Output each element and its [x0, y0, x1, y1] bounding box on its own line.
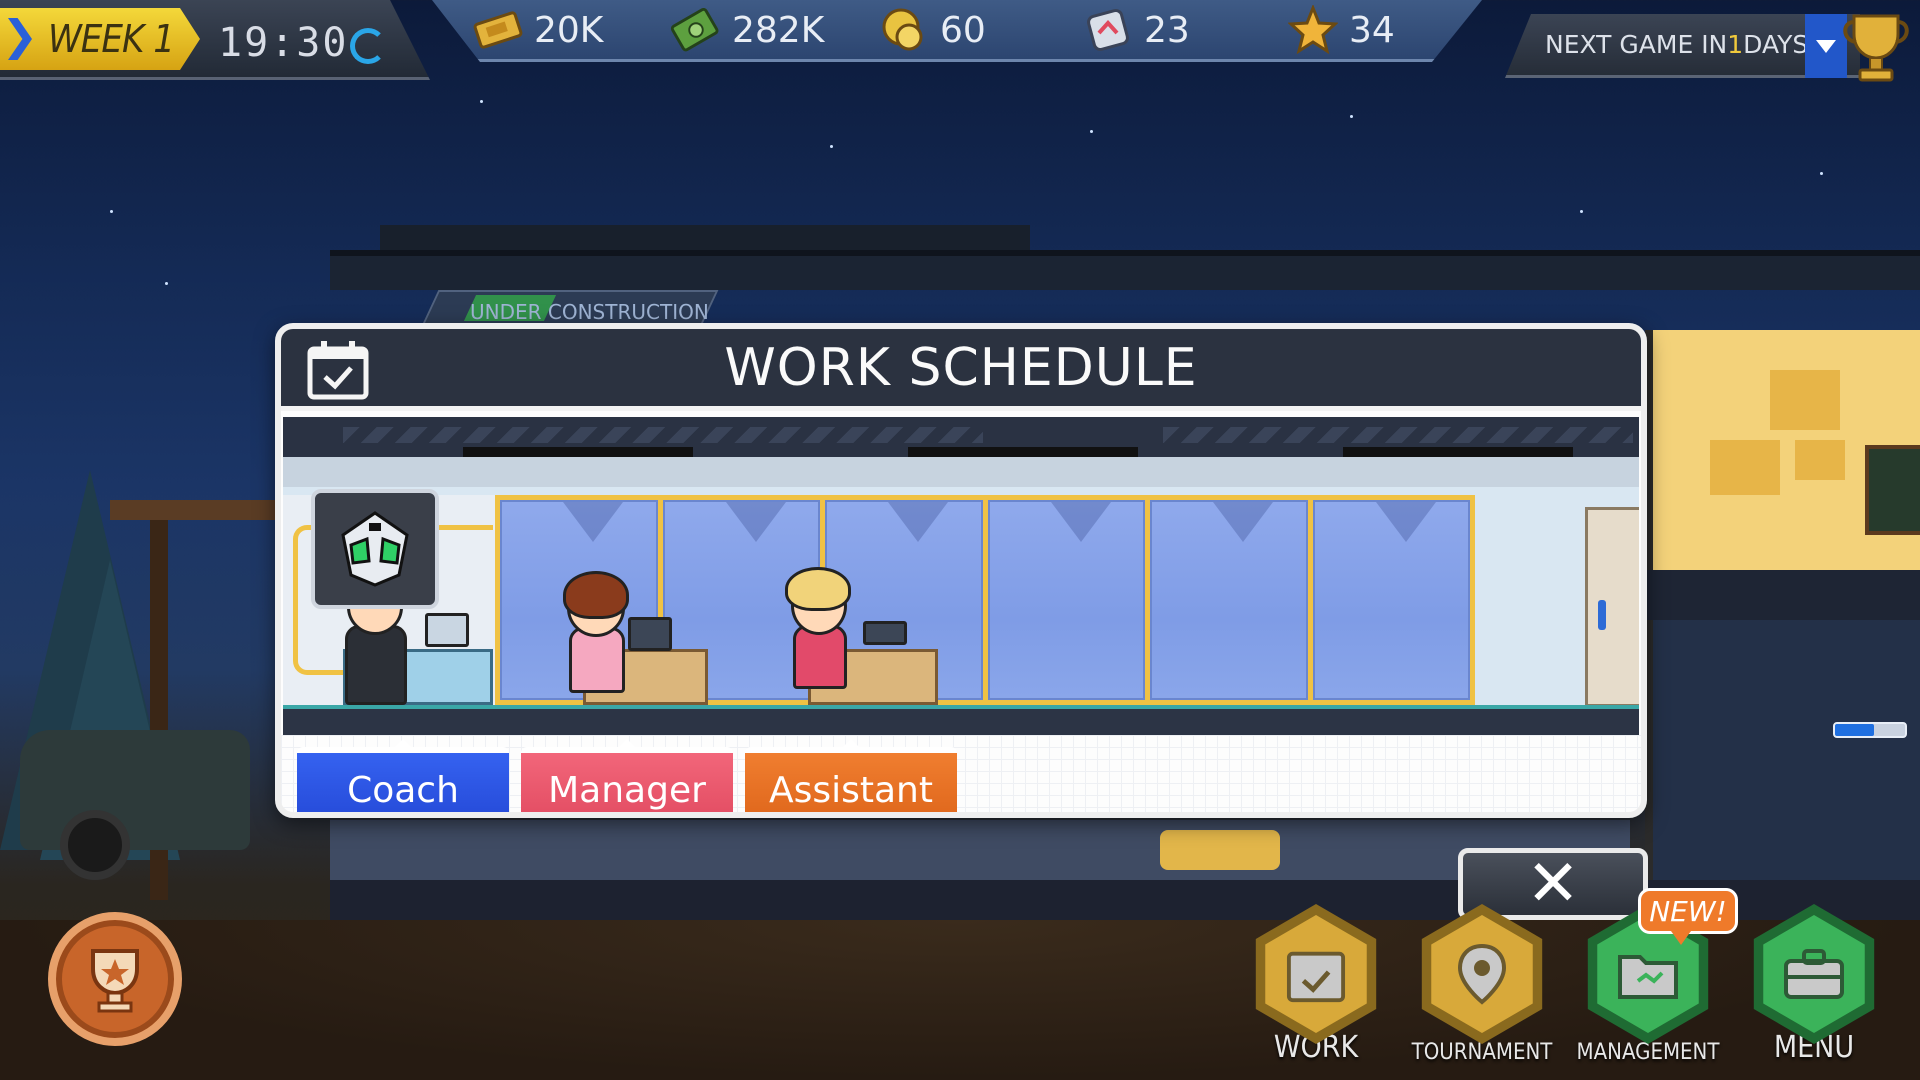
manager-button[interactable]: Manager	[521, 739, 733, 812]
dialog-header: WORK SCHEDULE	[281, 329, 1641, 411]
computer-monitor	[628, 617, 672, 651]
achievements-button[interactable]	[48, 912, 182, 1046]
map-pin-icon	[1431, 915, 1533, 1033]
lounge-room[interactable]	[330, 820, 1630, 880]
calendar-icon	[1265, 915, 1367, 1033]
new-badge: NEW!	[1638, 888, 1738, 945]
role-tabs: Coach Manager Assistant	[297, 739, 957, 812]
coin-icon	[878, 4, 930, 56]
sticky-note	[1770, 370, 1840, 430]
sticky-note	[1710, 440, 1780, 495]
sofa	[1160, 830, 1280, 870]
resource-cash[interactable]: 282K	[670, 4, 824, 56]
game-clock: 19:30	[218, 20, 349, 66]
dialog-title: WORK SCHEDULE	[724, 337, 1198, 398]
office-scene	[283, 417, 1639, 735]
construction-sign-label: UNDER CONSTRUCTION	[470, 300, 709, 324]
trophy-icon[interactable]	[1840, 8, 1912, 84]
resource-tickets[interactable]: 20K	[472, 4, 603, 56]
building-floor-divider	[1645, 570, 1920, 620]
resource-fans[interactable]: 23	[1082, 4, 1190, 56]
computer-monitor	[425, 613, 469, 647]
team-van	[20, 730, 250, 850]
sticky-note	[1795, 440, 1845, 480]
work-progress-bar	[1833, 722, 1907, 738]
fans-icon	[1082, 4, 1134, 56]
chalkboard	[1865, 445, 1920, 535]
ticket-icon	[472, 4, 524, 56]
ceiling-light	[463, 447, 693, 457]
clock-refresh-icon	[350, 28, 386, 64]
resource-coins[interactable]: 60	[878, 4, 986, 56]
wooden-deck	[110, 500, 280, 520]
week-time-panel: WEEK 1 19:30	[0, 0, 430, 80]
office-floor	[283, 705, 1639, 709]
calendar-check-icon	[305, 339, 371, 401]
week-label: WEEK 1	[48, 17, 175, 61]
van-wheel	[60, 810, 130, 880]
next-game-prefix: NEXT GAME IN	[1545, 30, 1728, 59]
lower-office-room[interactable]	[1645, 620, 1920, 880]
chevron-down-icon	[1816, 40, 1836, 53]
work-progress-fill	[1835, 724, 1874, 736]
assistant-button[interactable]: Assistant	[745, 739, 957, 812]
trophy-star-icon	[91, 949, 139, 1013]
coach-button[interactable]: Coach	[297, 739, 509, 812]
nav-menu[interactable]: MENU	[1739, 904, 1889, 1080]
ceiling-light	[908, 447, 1138, 457]
building-roof-back	[380, 225, 1030, 253]
coach-portrait-badge[interactable]	[311, 489, 439, 609]
next-game-days: 1	[1727, 30, 1744, 59]
briefcase-icon	[1763, 915, 1865, 1033]
laptop	[863, 621, 907, 645]
star-icon	[1287, 4, 1339, 56]
robot-mascot-icon	[341, 511, 409, 587]
resource-bar: 20K 282K 60 23 34	[432, 0, 1482, 62]
ceiling-light	[1343, 447, 1573, 457]
next-game-suffix: DAYS	[1743, 30, 1809, 59]
nav-tournament[interactable]: TOURNAMENT	[1407, 904, 1557, 1080]
office-door	[1585, 507, 1639, 707]
work-schedule-dialog: WORK SCHEDULE Coach Manager Assistant	[275, 323, 1647, 818]
building-roof	[330, 250, 1920, 290]
resource-stars[interactable]: 34	[1287, 4, 1395, 56]
nav-work[interactable]: WORK	[1241, 904, 1391, 1080]
cash-icon	[670, 4, 722, 56]
